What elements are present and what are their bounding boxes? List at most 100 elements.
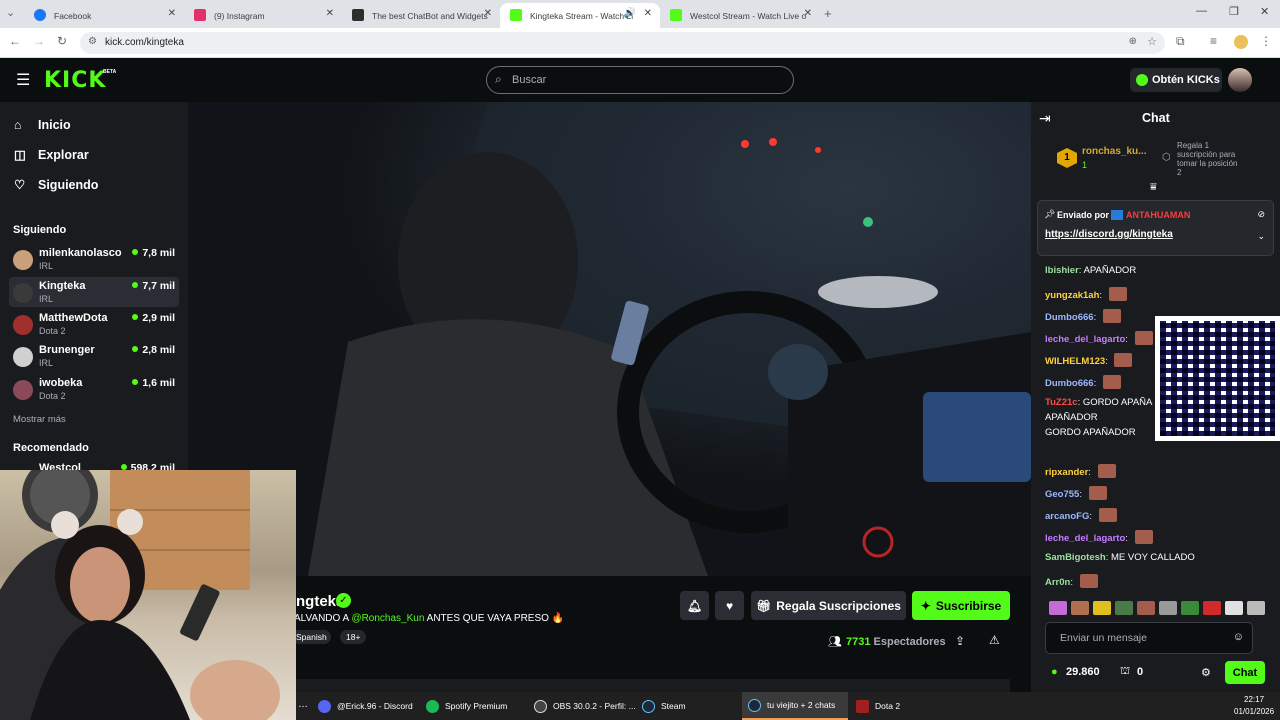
close-icon[interactable]: ✕ (484, 8, 492, 19)
tab-kingteka[interactable]: Kingteka Stream - Watch Li 🔊 ✕ (500, 3, 660, 28)
get-kicks-button[interactable]: Obtén KICKs (1130, 68, 1222, 92)
subscribe-button[interactable]: ✦ Suscribirse (912, 591, 1010, 620)
gift-subs-button[interactable]: 🎁︎ Regala Suscripciones (751, 591, 906, 620)
close-icon[interactable]: ✕ (168, 8, 176, 19)
media-icon[interactable]: ≡ (1210, 34, 1217, 48)
clock-date[interactable]: 01/01/2026 (1234, 707, 1274, 716)
maximize-icon[interactable]: ❐ (1229, 5, 1239, 18)
chat-username[interactable]: lbishier (1045, 265, 1079, 276)
chat-username[interactable]: WILHELM123 (1045, 356, 1105, 367)
following-item-iwobeka[interactable]: iwobeka Dota 2 1,6 mil (9, 374, 179, 404)
chat-username[interactable]: yungzak1ah (1045, 290, 1099, 301)
taskbar-item-spotify[interactable]: Spotify Premium (426, 692, 507, 720)
chat-username[interactable]: Dumbo666 (1045, 312, 1094, 323)
emote-icon[interactable] (1159, 601, 1177, 615)
leader-name[interactable]: ronchas_ku... (1082, 146, 1146, 157)
close-window-icon[interactable]: ✕ (1260, 5, 1269, 18)
extensions-icon[interactable]: ⧉ (1176, 34, 1185, 49)
profile-avatar[interactable] (1234, 35, 1248, 49)
emote-icon[interactable] (1181, 601, 1199, 615)
chat-username[interactable]: leche_del_lagarto (1045, 334, 1125, 345)
share-icon[interactable]: ⇪ (955, 634, 965, 648)
report-warning-icon[interactable]: ⚠ (989, 633, 1000, 647)
following-item-kingteka[interactable]: Kingteka IRL 7,7 mil (9, 277, 179, 307)
menu-dots-icon[interactable]: ⋮ (1260, 34, 1272, 48)
chat-separator: : (1099, 290, 1105, 301)
new-tab-icon[interactable]: + (824, 6, 832, 21)
pinned-user[interactable]: ANTAHUAMAN (1126, 210, 1190, 220)
collapse-chat-icon[interactable]: ⇥ (1039, 110, 1051, 127)
kick-logo[interactable]: KICK (44, 68, 106, 93)
chat-username[interactable]: leche_del_lagarto (1045, 533, 1125, 544)
emote-icon[interactable] (1115, 601, 1133, 615)
taskbar-item-dota[interactable]: Dota 2 (856, 692, 900, 720)
forward-icon[interactable]: → (33, 34, 45, 48)
nav-explorar[interactable]: ◫ Explorar (14, 147, 89, 162)
bottom-panel (188, 679, 1010, 692)
following-item-brunenger[interactable]: Brunenger IRL 2,8 mil (9, 341, 179, 371)
user-avatar[interactable] (1228, 68, 1252, 92)
chat-message-input[interactable]: Enviar un mensaje ☺ (1045, 622, 1253, 654)
taskbar-item-steam-chat[interactable]: tu viejito + 2 chats (742, 692, 848, 720)
tab-westcol[interactable]: Westcol Stream - Watch Live o ✕ (660, 3, 820, 28)
chat-username[interactable]: TuZ21c (1045, 397, 1078, 408)
minimize-icon[interactable]: — (1196, 5, 1207, 17)
chat-username[interactable]: arcanoFG (1045, 511, 1089, 522)
url-field[interactable]: ⚙ kick.com/kingteka ⊕ ☆ (80, 32, 1165, 54)
nav-inicio[interactable]: ⌂ Inicio (14, 118, 71, 132)
search-input[interactable]: ⌕ Buscar (486, 66, 794, 94)
tag-spanish[interactable]: Spanish (292, 630, 331, 644)
chat-separator: : (1093, 312, 1099, 323)
speaker-icon[interactable]: 🔊 (624, 8, 636, 19)
emote-icon[interactable] (1203, 601, 1221, 615)
viewers-icon: 👥︎ (828, 636, 842, 648)
emoji-icon[interactable]: ☺ (1233, 631, 1244, 643)
emote-icon[interactable] (1247, 601, 1265, 615)
site-info-icon[interactable]: ⚙ (88, 36, 97, 47)
taskbar-item-steam[interactable]: Steam (642, 692, 686, 720)
following-item-milenkanolasco[interactable]: milenkanolasco IRL 7,8 mil (9, 244, 179, 274)
pinned-link[interactable]: https://discord.gg/kingteka (1045, 229, 1173, 240)
chat-settings-icon[interactable]: ⚙ (1201, 666, 1211, 679)
chat-username[interactable]: ripxander (1045, 467, 1088, 478)
tag-18plus[interactable]: 18+ (340, 630, 367, 644)
tab-instagram[interactable]: (9) Instagram ✕ (184, 3, 342, 28)
show-more-link[interactable]: Mostrar más (13, 414, 66, 425)
following-item-matthewdota[interactable]: MatthewDota Dota 2 2,9 mil (9, 309, 179, 339)
zoom-icon[interactable]: ⊕ (1129, 36, 1137, 47)
emote-icon[interactable] (1049, 601, 1067, 615)
tab-facebook[interactable]: Facebook ✕ (24, 3, 184, 28)
emote-bar[interactable] (1045, 600, 1265, 615)
hamburger-menu-icon[interactable]: ☰ (16, 70, 30, 90)
chat-username[interactable]: SamBigotesh (1045, 552, 1106, 563)
pin-expand-icon[interactable]: ⩸ (1150, 181, 1157, 194)
chevron-down-icon[interactable]: ⌄ (1257, 231, 1265, 242)
chat-username[interactable]: Dumbo666 (1045, 378, 1094, 389)
emote-icon[interactable] (1071, 601, 1089, 615)
follow-heart-button[interactable]: ♥ (715, 591, 744, 620)
overflow-icon[interactable]: … (298, 699, 308, 710)
emote-icon[interactable] (1225, 601, 1243, 615)
close-icon[interactable]: ✕ (326, 8, 334, 19)
taskbar-item-obs[interactable]: OBS 30.0.2 - Perfil: ... (534, 692, 636, 720)
taskbar-item-discord[interactable]: @Erick.96 - Discord (318, 692, 413, 720)
unpin-icon[interactable]: ⊘ (1257, 209, 1265, 220)
chat-username[interactable]: Geo755 (1045, 489, 1079, 500)
clock-time[interactable]: 22:17 (1244, 695, 1264, 704)
close-icon[interactable]: ✕ (644, 8, 652, 19)
tab-search-icon[interactable]: ⌄ (6, 6, 15, 19)
bookmark-star-icon[interactable]: ☆ (1147, 35, 1157, 48)
reload-icon[interactable]: ↻ (57, 34, 67, 48)
emote-icon[interactable] (1137, 601, 1155, 615)
chat-send-button[interactable]: Chat (1225, 661, 1265, 684)
notification-bell-button[interactable]: 🔔︎ (680, 591, 709, 620)
title-mention[interactable]: @Ronchas_Kun (351, 613, 424, 624)
back-icon[interactable]: ← (9, 34, 21, 48)
chat-username[interactable]: Arr0n (1045, 577, 1070, 588)
nav-siguiendo[interactable]: ♡ Siguiendo (14, 177, 98, 192)
close-icon[interactable]: ✕ (804, 8, 812, 19)
video-player[interactable] (188, 102, 1031, 576)
emote-icon[interactable] (1093, 601, 1111, 615)
store-icon[interactable]: ⛫ (1120, 665, 1130, 679)
tab-chatbot[interactable]: The best ChatBot and Widgets ✕ (342, 3, 500, 28)
